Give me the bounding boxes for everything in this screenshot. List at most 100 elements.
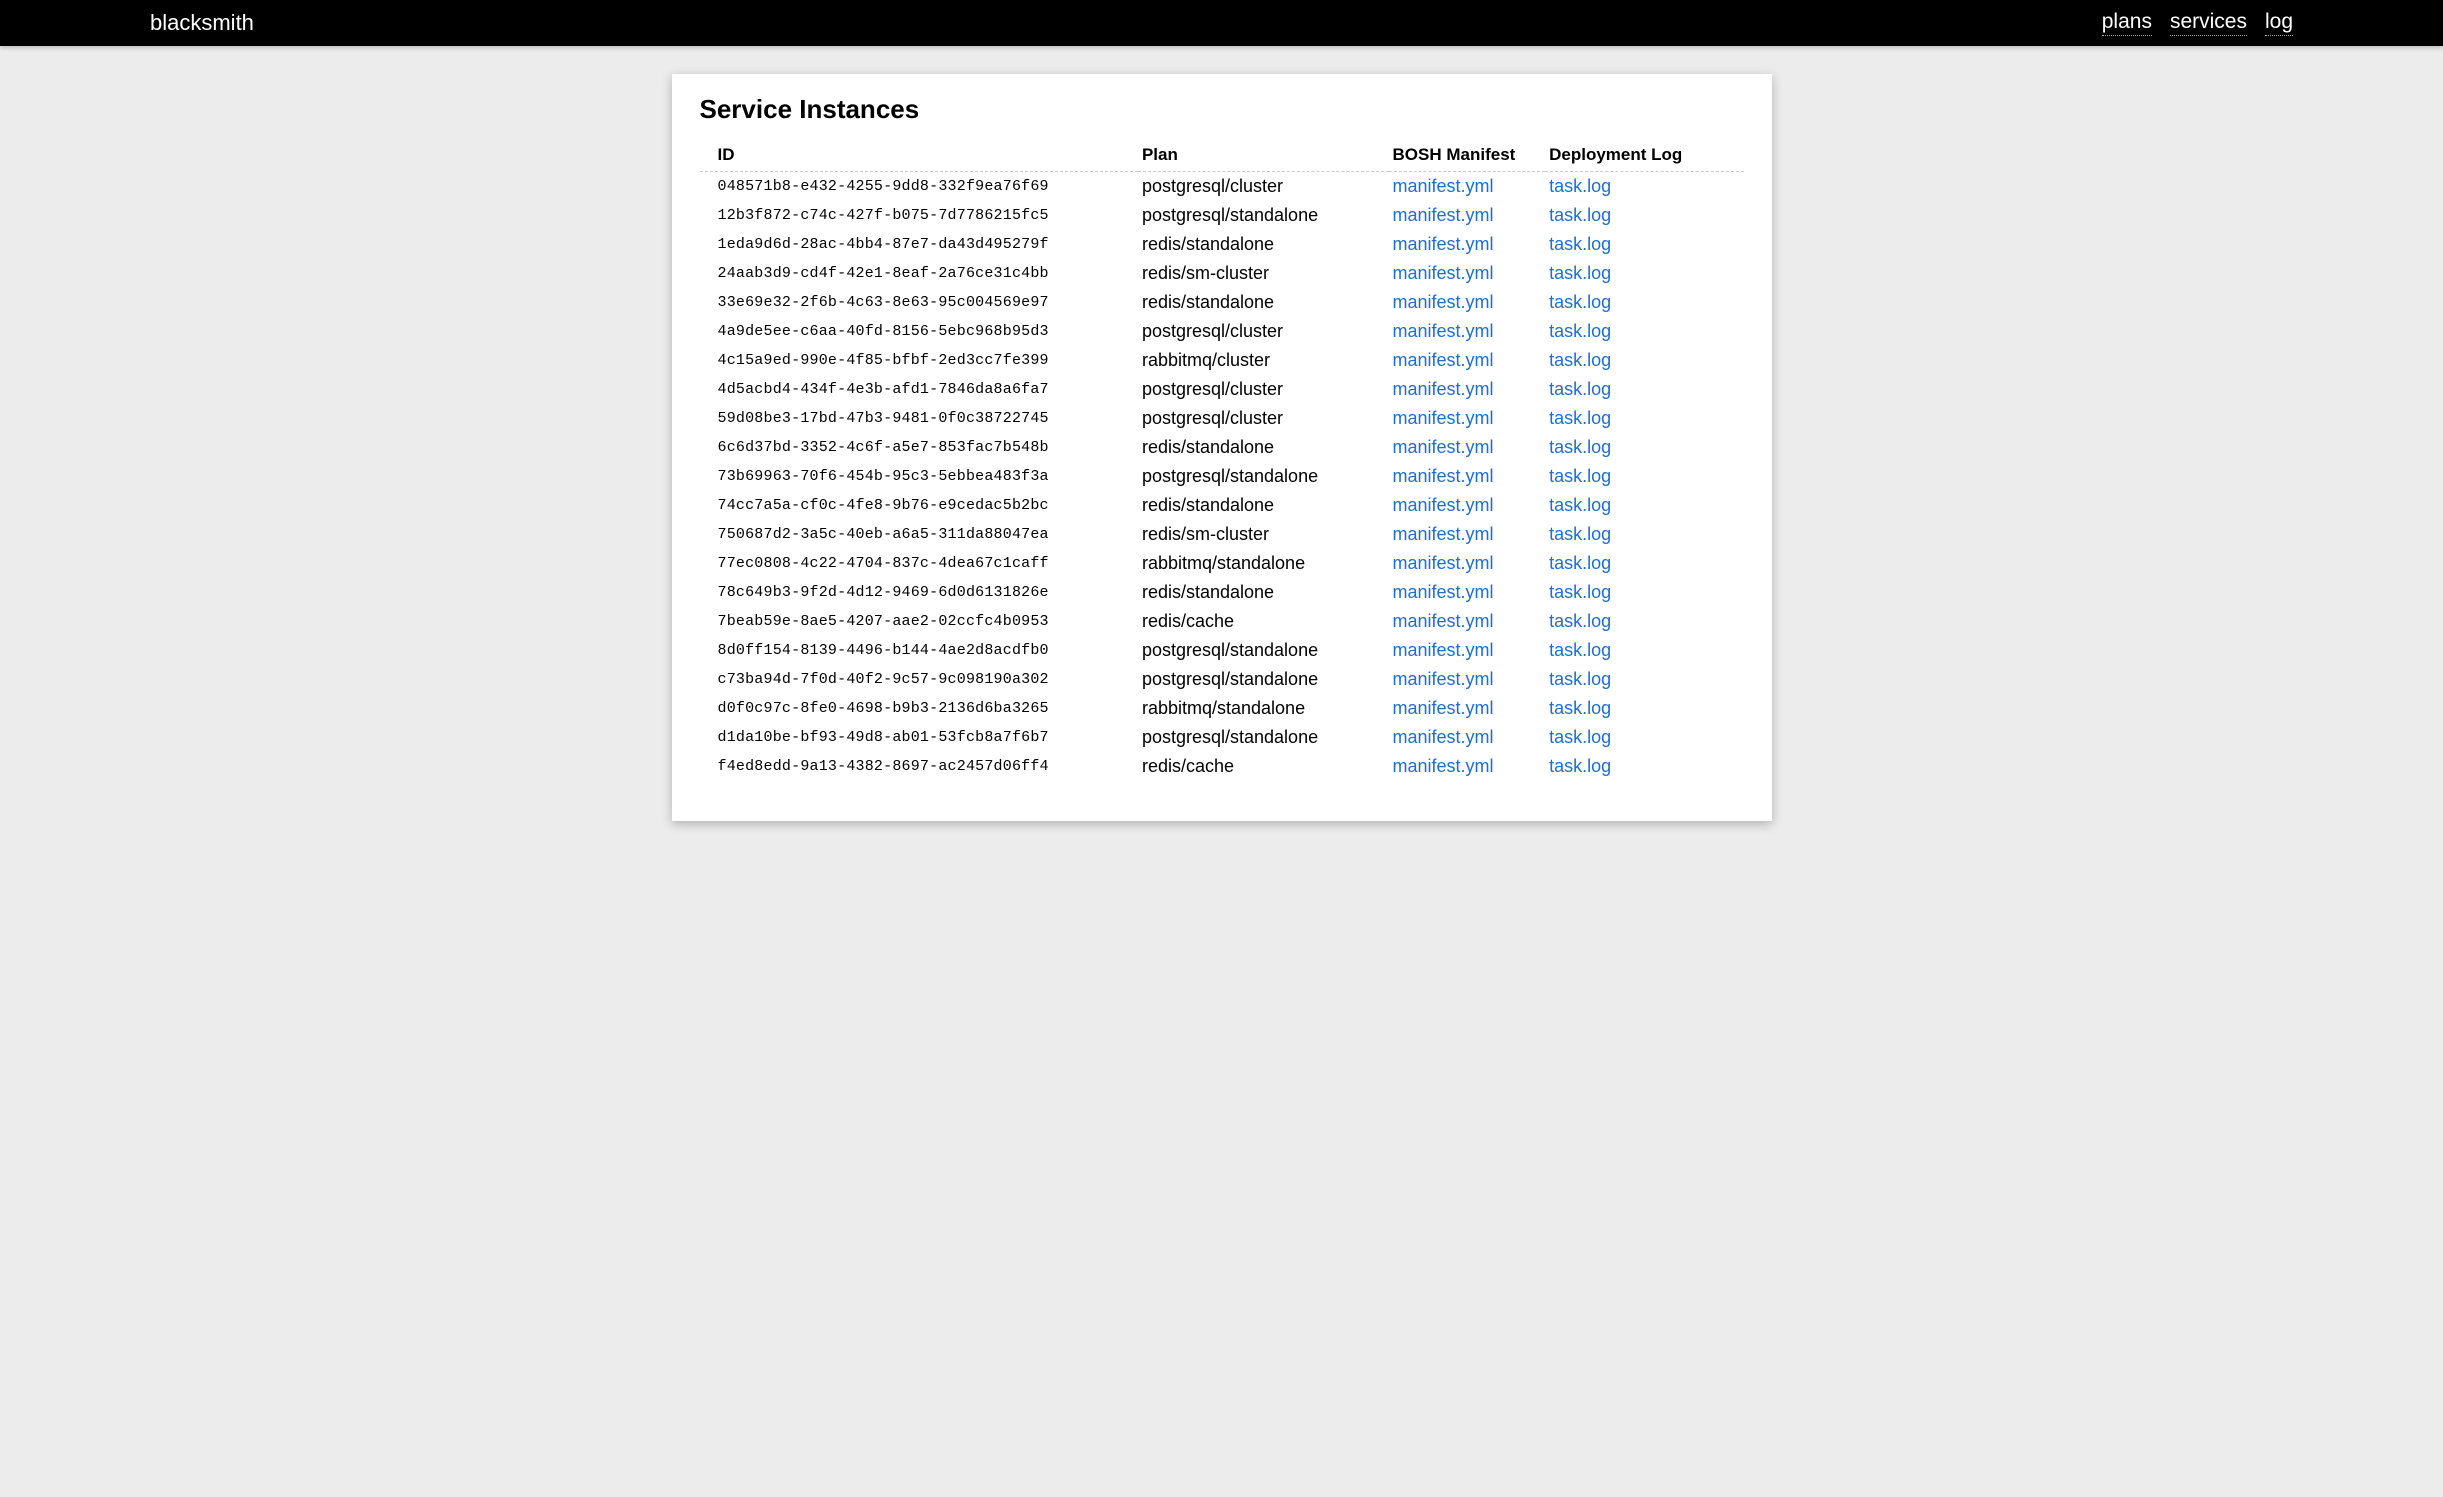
- instance-plan: postgresql/cluster: [1138, 404, 1389, 433]
- manifest-link[interactable]: manifest.yml: [1393, 234, 1494, 254]
- task-log-link[interactable]: task.log: [1549, 379, 1611, 399]
- instance-plan: postgresql/standalone: [1138, 201, 1389, 230]
- manifest-link[interactable]: manifest.yml: [1393, 698, 1494, 718]
- instance-plan: postgresql/cluster: [1138, 172, 1389, 202]
- manifest-link[interactable]: manifest.yml: [1393, 350, 1494, 370]
- service-instances-table: ID Plan BOSH Manifest Deployment Log 048…: [700, 139, 1744, 781]
- table-row: 8d0ff154-8139-4496-b144-4ae2d8acdfb0post…: [700, 636, 1744, 665]
- log-cell: task.log: [1545, 288, 1743, 317]
- manifest-link[interactable]: manifest.yml: [1393, 727, 1494, 747]
- table-header-row: ID Plan BOSH Manifest Deployment Log: [700, 139, 1744, 172]
- task-log-link[interactable]: task.log: [1549, 350, 1611, 370]
- task-log-link[interactable]: task.log: [1549, 466, 1611, 486]
- task-log-link[interactable]: task.log: [1549, 553, 1611, 573]
- table-row: 12b3f872-c74c-427f-b075-7d7786215fc5post…: [700, 201, 1744, 230]
- nav-link-plans[interactable]: plans: [2102, 10, 2152, 36]
- log-cell: task.log: [1545, 172, 1743, 202]
- log-cell: task.log: [1545, 259, 1743, 288]
- instance-plan: redis/standalone: [1138, 578, 1389, 607]
- instance-plan: postgresql/cluster: [1138, 375, 1389, 404]
- manifest-cell: manifest.yml: [1389, 404, 1546, 433]
- task-log-link[interactable]: task.log: [1549, 437, 1611, 457]
- log-cell: task.log: [1545, 752, 1743, 781]
- task-log-link[interactable]: task.log: [1549, 669, 1611, 689]
- manifest-link[interactable]: manifest.yml: [1393, 321, 1494, 341]
- manifest-cell: manifest.yml: [1389, 491, 1546, 520]
- manifest-link[interactable]: manifest.yml: [1393, 205, 1494, 225]
- task-log-link[interactable]: task.log: [1549, 321, 1611, 341]
- instance-plan: redis/standalone: [1138, 230, 1389, 259]
- task-log-link[interactable]: task.log: [1549, 205, 1611, 225]
- manifest-link[interactable]: manifest.yml: [1393, 611, 1494, 631]
- instance-plan: redis/sm-cluster: [1138, 520, 1389, 549]
- task-log-link[interactable]: task.log: [1549, 698, 1611, 718]
- instance-id: 8d0ff154-8139-4496-b144-4ae2d8acdfb0: [700, 636, 1138, 665]
- instance-id: 7beab59e-8ae5-4207-aae2-02ccfc4b0953: [700, 607, 1138, 636]
- manifest-link[interactable]: manifest.yml: [1393, 437, 1494, 457]
- manifest-link[interactable]: manifest.yml: [1393, 756, 1494, 776]
- log-cell: task.log: [1545, 201, 1743, 230]
- table-row: 74cc7a5a-cf0c-4fe8-9b76-e9cedac5b2bcredi…: [700, 491, 1744, 520]
- manifest-cell: manifest.yml: [1389, 259, 1546, 288]
- manifest-cell: manifest.yml: [1389, 462, 1546, 491]
- instance-plan: redis/sm-cluster: [1138, 259, 1389, 288]
- task-log-link[interactable]: task.log: [1549, 495, 1611, 515]
- manifest-link[interactable]: manifest.yml: [1393, 582, 1494, 602]
- table-row: 750687d2-3a5c-40eb-a6a5-311da88047earedi…: [700, 520, 1744, 549]
- log-cell: task.log: [1545, 520, 1743, 549]
- instance-plan: postgresql/standalone: [1138, 636, 1389, 665]
- table-row: 77ec0808-4c22-4704-837c-4dea67c1caffrabb…: [700, 549, 1744, 578]
- manifest-link[interactable]: manifest.yml: [1393, 176, 1494, 196]
- log-cell: task.log: [1545, 636, 1743, 665]
- manifest-cell: manifest.yml: [1389, 172, 1546, 202]
- task-log-link[interactable]: task.log: [1549, 756, 1611, 776]
- manifest-link[interactable]: manifest.yml: [1393, 466, 1494, 486]
- manifest-link[interactable]: manifest.yml: [1393, 379, 1494, 399]
- log-cell: task.log: [1545, 665, 1743, 694]
- task-log-link[interactable]: task.log: [1549, 234, 1611, 254]
- task-log-link[interactable]: task.log: [1549, 524, 1611, 544]
- log-cell: task.log: [1545, 607, 1743, 636]
- manifest-link[interactable]: manifest.yml: [1393, 408, 1494, 428]
- manifest-link[interactable]: manifest.yml: [1393, 263, 1494, 283]
- instance-id: 048571b8-e432-4255-9dd8-332f9ea76f69: [700, 172, 1138, 202]
- page-title: Service Instances: [700, 94, 1744, 125]
- instance-id: f4ed8edd-9a13-4382-8697-ac2457d06ff4: [700, 752, 1138, 781]
- nav-link-log[interactable]: log: [2265, 10, 2293, 36]
- manifest-link[interactable]: manifest.yml: [1393, 553, 1494, 573]
- nav-link-services[interactable]: services: [2170, 10, 2247, 36]
- task-log-link[interactable]: task.log: [1549, 640, 1611, 660]
- table-row: 6c6d37bd-3352-4c6f-a5e7-853fac7b548bredi…: [700, 433, 1744, 462]
- table-row: 1eda9d6d-28ac-4bb4-87e7-da43d495279fredi…: [700, 230, 1744, 259]
- table-row: 048571b8-e432-4255-9dd8-332f9ea76f69post…: [700, 172, 1744, 202]
- table-row: 24aab3d9-cd4f-42e1-8eaf-2a76ce31c4bbredi…: [700, 259, 1744, 288]
- instance-plan: postgresql/standalone: [1138, 665, 1389, 694]
- log-cell: task.log: [1545, 549, 1743, 578]
- table-row: c73ba94d-7f0d-40f2-9c57-9c098190a302post…: [700, 665, 1744, 694]
- task-log-link[interactable]: task.log: [1549, 292, 1611, 312]
- instance-id: d1da10be-bf93-49d8-ab01-53fcb8a7f6b7: [700, 723, 1138, 752]
- task-log-link[interactable]: task.log: [1549, 263, 1611, 283]
- manifest-link[interactable]: manifest.yml: [1393, 640, 1494, 660]
- task-log-link[interactable]: task.log: [1549, 611, 1611, 631]
- log-cell: task.log: [1545, 404, 1743, 433]
- table-row: 4d5acbd4-434f-4e3b-afd1-7846da8a6fa7post…: [700, 375, 1744, 404]
- instance-id: d0f0c97c-8fe0-4698-b9b3-2136d6ba3265: [700, 694, 1138, 723]
- manifest-link[interactable]: manifest.yml: [1393, 292, 1494, 312]
- manifest-link[interactable]: manifest.yml: [1393, 524, 1494, 544]
- manifest-link[interactable]: manifest.yml: [1393, 669, 1494, 689]
- manifest-cell: manifest.yml: [1389, 607, 1546, 636]
- main-panel: Service Instances ID Plan BOSH Manifest …: [672, 74, 1772, 821]
- instance-id: 77ec0808-4c22-4704-837c-4dea67c1caff: [700, 549, 1138, 578]
- col-header-id: ID: [700, 139, 1138, 172]
- task-log-link[interactable]: task.log: [1549, 582, 1611, 602]
- log-cell: task.log: [1545, 346, 1743, 375]
- instance-plan: redis/standalone: [1138, 491, 1389, 520]
- col-header-log: Deployment Log: [1545, 139, 1743, 172]
- manifest-link[interactable]: manifest.yml: [1393, 495, 1494, 515]
- task-log-link[interactable]: task.log: [1549, 176, 1611, 196]
- nav-links: plans services log: [2102, 10, 2293, 36]
- instance-id: 59d08be3-17bd-47b3-9481-0f0c38722745: [700, 404, 1138, 433]
- task-log-link[interactable]: task.log: [1549, 727, 1611, 747]
- task-log-link[interactable]: task.log: [1549, 408, 1611, 428]
